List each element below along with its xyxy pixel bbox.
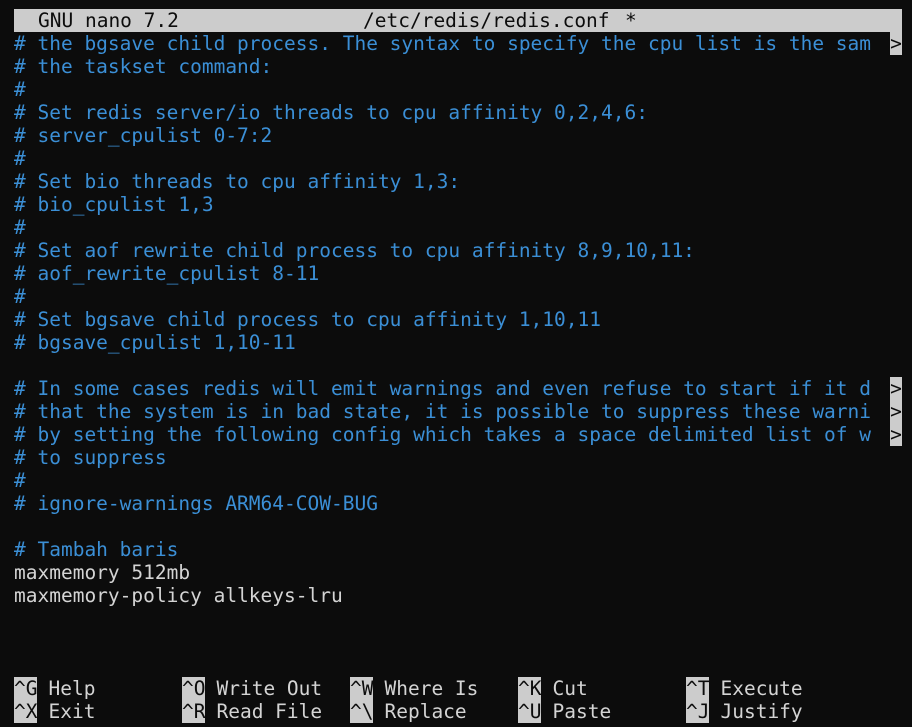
comment-line: # (14, 147, 26, 170)
shortcut-label: Where Is (384, 677, 479, 700)
shortcut-label: Write Out (216, 677, 323, 700)
shortcut-key: ^U (518, 700, 542, 723)
shortcut-write-out[interactable]: ^O Write Out (182, 677, 322, 700)
shortcut-paste[interactable]: ^U Paste (518, 700, 611, 723)
comment-line: # bio_cpulist 1,3 (14, 193, 214, 216)
shortcut-key: ^K (518, 677, 542, 700)
shortcut-key: ^J (686, 700, 710, 723)
shortcut-key: ^\ (350, 700, 374, 723)
comment-line: # that the system is in bad state, it is… (14, 400, 872, 423)
line-overflow-marker: > (890, 423, 902, 446)
shortcut-label: Exit (48, 700, 96, 723)
shortcut-label: Help (48, 677, 96, 700)
config-line: maxmemory 512mb (14, 561, 191, 584)
shortcut-justify[interactable]: ^J Justify (686, 700, 803, 723)
editor-buffer[interactable]: # the bgsave child process. The syntax t… (0, 0, 912, 727)
shortcut-help[interactable]: ^G Help (14, 677, 95, 700)
shortcut-replace[interactable]: ^\ Replace (350, 700, 467, 723)
comment-line: # (14, 285, 26, 308)
comment-line: # the taskset command: (14, 55, 273, 78)
shortcut-key: ^T (686, 677, 710, 700)
shortcut-label: Paste (552, 700, 612, 723)
comment-line: # ignore-warnings ARM64-COW-BUG (14, 492, 378, 515)
comment-line: # Set bio threads to cpu affinity 1,3: (14, 170, 461, 193)
shortcut-label: Execute (720, 677, 803, 700)
shortcut-key: ^O (182, 677, 206, 700)
line-overflow-marker: > (890, 32, 902, 55)
shortcut-cut[interactable]: ^K Cut (518, 677, 588, 700)
comment-line: # aof_rewrite_cpulist 8-11 (14, 262, 320, 285)
comment-line: # server_cpulist 0-7:2 (14, 124, 273, 147)
shortcut-read-file[interactable]: ^R Read File (182, 700, 322, 723)
comment-line: # bgsave_cpulist 1,10-11 (14, 331, 296, 354)
shortcut-label: Read File (216, 700, 323, 723)
shortcut-label: Replace (384, 700, 467, 723)
comment-line: # Set aof rewrite child process to cpu a… (14, 239, 695, 262)
shortcut-key: ^W (350, 677, 374, 700)
shortcut-label: Cut (552, 677, 588, 700)
comment-line: # by setting the following config which … (14, 423, 872, 446)
comment-line: # the bgsave child process. The syntax t… (14, 32, 872, 55)
shortcut-label: Justify (720, 700, 803, 723)
line-overflow-marker: > (890, 400, 902, 423)
line-overflow-marker: > (890, 377, 902, 400)
shortcut-exit[interactable]: ^X Exit (14, 700, 95, 723)
comment-line: # In some cases redis will emit warnings… (14, 377, 872, 400)
shortcut-key: ^R (182, 700, 206, 723)
shortcut-execute[interactable]: ^T Execute (686, 677, 803, 700)
shortcut-key: ^X (14, 700, 38, 723)
config-line: maxmemory-policy allkeys-lru (14, 584, 343, 607)
shortcut-key: ^G (14, 677, 38, 700)
shortcut-where-is[interactable]: ^W Where Is (350, 677, 478, 700)
comment-line: # Tambah baris (14, 538, 179, 561)
comment-line: # (14, 469, 26, 492)
comment-line: # (14, 78, 26, 101)
comment-line: # Set redis server/io threads to cpu aff… (14, 101, 648, 124)
comment-line: # (14, 216, 26, 239)
comment-line: # Set bgsave child process to cpu affini… (14, 308, 601, 331)
comment-line: # to suppress (14, 446, 167, 469)
